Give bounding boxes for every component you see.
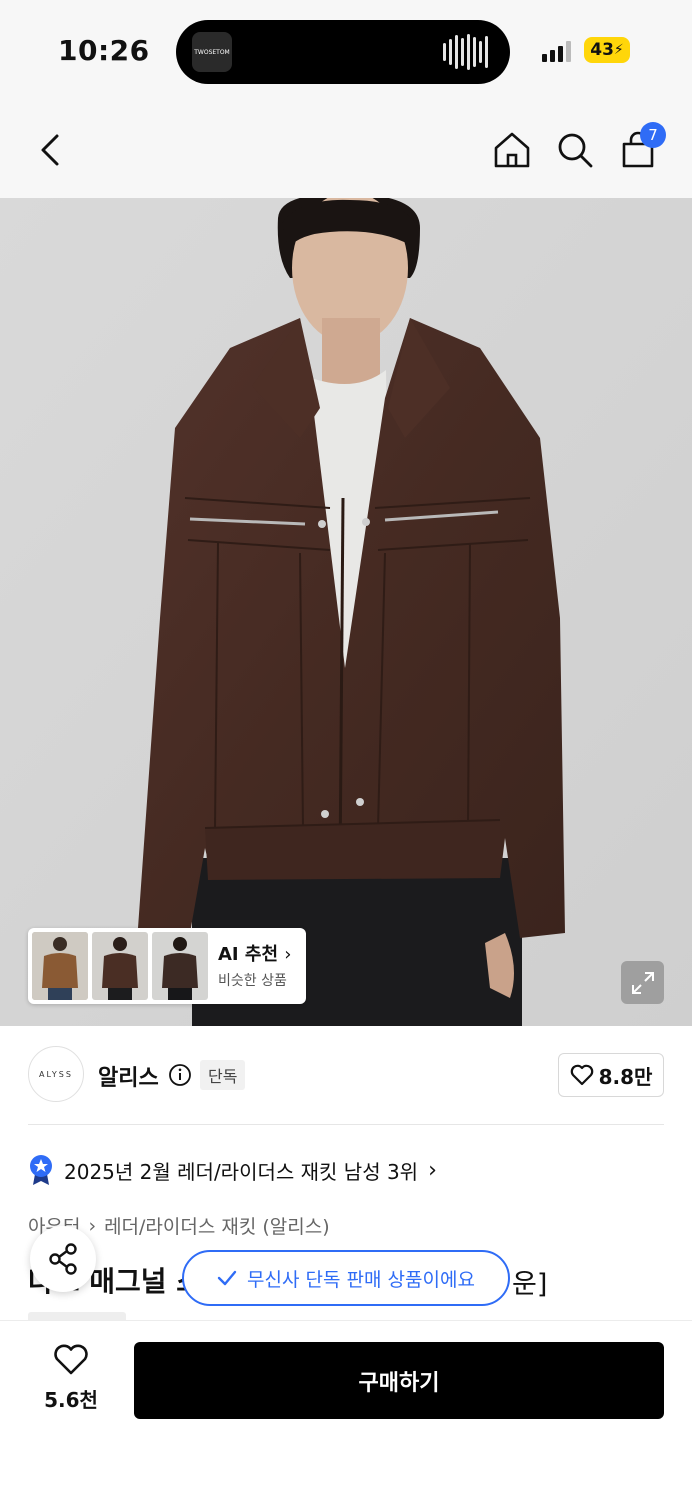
wishlist-button[interactable]: 5.6천 [40, 1344, 102, 1413]
chevron-right-icon: › [88, 1214, 97, 1237]
checkmark-icon [217, 1270, 237, 1286]
share-button[interactable] [30, 1226, 96, 1292]
buy-button[interactable]: 구매하기 [134, 1342, 664, 1419]
exclusive-badge: 단독 [200, 1060, 246, 1090]
heart-icon [570, 1064, 593, 1086]
ai-recommend-title: AI 추천 › [218, 940, 292, 966]
share-icon [49, 1243, 77, 1275]
cart-count-badge: 7 [640, 122, 666, 148]
brand-like-button[interactable]: 8.8만 [558, 1053, 664, 1097]
back-button[interactable] [26, 126, 74, 174]
clock: 10:26 [58, 34, 150, 67]
ai-recommend-subtitle: 비슷한 상품 [218, 973, 287, 989]
search-icon [558, 133, 593, 168]
chevron-left-icon [41, 134, 59, 166]
dynamic-island: TWOSETOM [176, 20, 510, 84]
ranking-medal-icon [30, 1155, 52, 1185]
chevron-right-icon: › [428, 1157, 437, 1183]
thumbnail-image [32, 932, 88, 1000]
home-button[interactable] [488, 126, 536, 174]
search-button[interactable] [551, 126, 599, 174]
product-title-end: 운] [512, 1269, 548, 1300]
ai-recommend-title-text: AI 추천 [218, 944, 279, 965]
charging-bolt-icon: ⚡ [613, 42, 624, 58]
wishlist-count: 5.6천 [44, 1388, 98, 1412]
jacket-model-photo [0, 198, 692, 1026]
info-icon [169, 1064, 191, 1086]
brand-info-button[interactable] [168, 1063, 192, 1091]
product-image[interactable] [0, 198, 692, 1026]
home-icon [494, 132, 530, 168]
heart-icon [54, 1344, 88, 1375]
brand-logo[interactable]: ALYSS [28, 1046, 84, 1102]
top-navigation: 7 [0, 100, 692, 198]
ai-recommendation-card[interactable]: AI 추천 › 비슷한 상품 [28, 928, 306, 1004]
brand-like-count: 8.8만 [598, 1064, 653, 1089]
recommendation-thumbnail[interactable] [152, 932, 208, 1000]
cellular-signal-icon [542, 40, 571, 62]
chevron-right-icon: › [284, 944, 292, 965]
divider [28, 1124, 664, 1125]
battery-level: 43 [590, 40, 614, 60]
expand-icon [631, 971, 654, 994]
ranking-link[interactable]: 2025년 2월 레더/라이더스 재킷 남성 3위 › [28, 1154, 437, 1186]
cart-button[interactable]: 7 [614, 122, 666, 174]
thumbnail-image [152, 932, 208, 1000]
recommendation-thumbnail[interactable] [92, 932, 148, 1000]
ranking-text: 2025년 2월 레더/라이더스 재킷 남성 3위 [64, 1159, 419, 1184]
product-tag [28, 1312, 126, 1320]
exclusive-toast: 무신사 단독 판매 상품이에요 [182, 1250, 510, 1306]
recommendation-thumbnail[interactable] [32, 932, 88, 1000]
brand-name[interactable]: 알리스 [98, 1060, 159, 1092]
now-playing-app-icon: TWOSETOM [192, 32, 232, 72]
battery-indicator: 43 ⚡ [584, 37, 630, 63]
toast-text: 무신사 단독 판매 상품이에요 [247, 1268, 475, 1291]
fullscreen-button[interactable] [621, 961, 664, 1004]
breadcrumb-subcategory[interactable]: 레더/라이더스 재킷 (알리스) [104, 1212, 330, 1239]
thumbnail-image [92, 932, 148, 1000]
status-bar: 10:26 TWOSETOM 43 ⚡ [0, 0, 692, 100]
audio-waveform-icon [443, 34, 488, 70]
